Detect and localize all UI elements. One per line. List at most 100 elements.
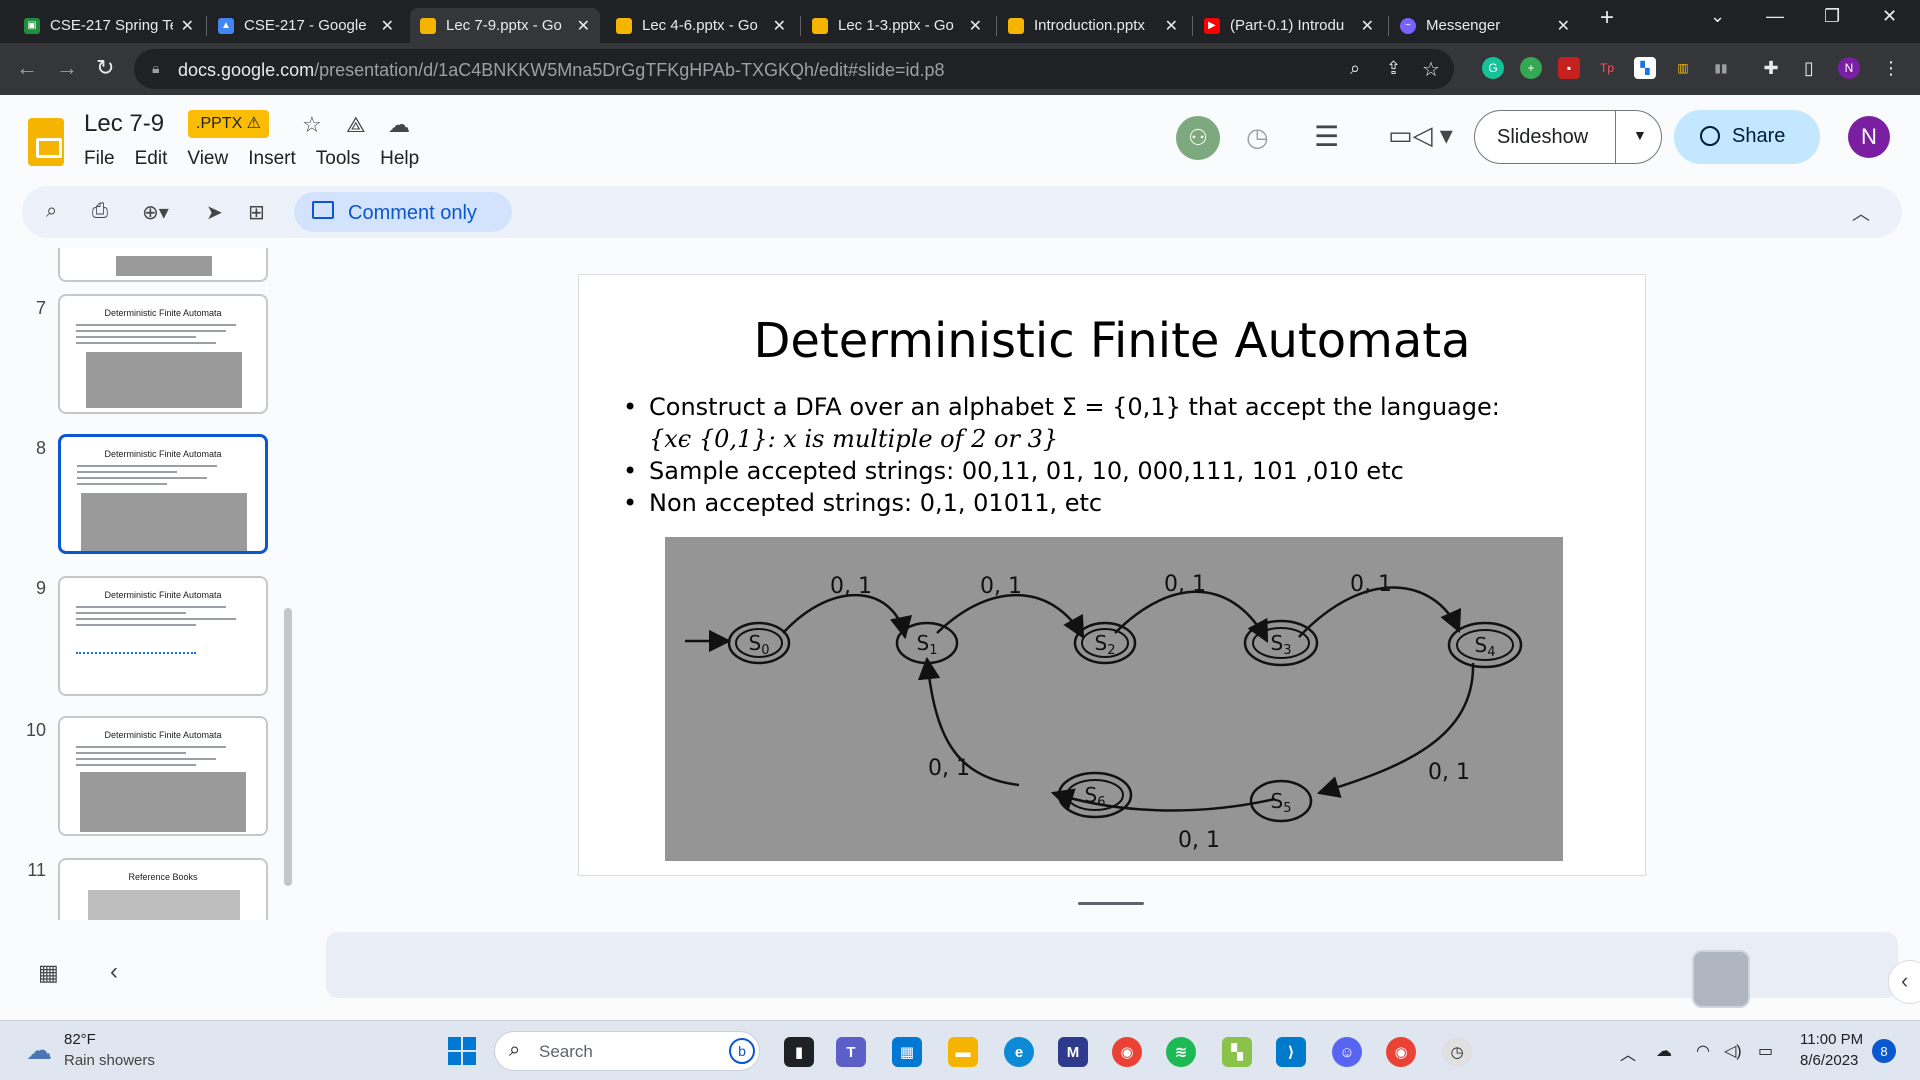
browser-tab[interactable]: Lec 4-6.pptx - Go ✕ [606, 8, 796, 43]
back-icon[interactable]: ← [16, 55, 38, 81]
spotify-icon[interactable]: ≋ [1166, 1037, 1196, 1067]
extension-plus-icon[interactable]: + [1520, 57, 1542, 79]
side-panel-toggle-icon[interactable]: ‹ [1888, 960, 1920, 1004]
close-icon[interactable]: ✕ [773, 16, 786, 36]
browser-tab[interactable]: ▣ CSE-217 Spring Te ✕ [14, 8, 204, 43]
notification-badge[interactable]: 8 [1872, 1039, 1896, 1063]
browser-tab[interactable]: ~ Messenger ✕ [1390, 8, 1580, 43]
restore-button[interactable]: ❐ [1824, 6, 1840, 27]
slide-thumbnail[interactable]: Deterministic Finite Automata [58, 716, 268, 836]
star-icon[interactable]: ☆ [302, 112, 322, 138]
meet-camera-icon[interactable]: ▭◁ ▾ [1388, 120, 1453, 151]
weather-description[interactable]: Rain showers [64, 1052, 155, 1069]
grammarly-extension-icon[interactable]: G [1482, 57, 1504, 79]
anonymous-viewer-avatar[interactable]: ⚇ [1176, 116, 1220, 160]
rain-cloud-icon[interactable]: ☁ [26, 1035, 52, 1066]
forward-icon[interactable]: → [56, 55, 78, 81]
clock-date[interactable]: 8/6/2023 [1800, 1052, 1858, 1069]
close-icon[interactable]: ✕ [577, 16, 590, 36]
slides-logo[interactable] [28, 118, 64, 166]
task-view-icon[interactable]: ▮ [784, 1037, 814, 1067]
add-comment-icon[interactable]: ⊞ [248, 200, 265, 225]
minimize-button[interactable]: — [1766, 6, 1784, 27]
clock-app-icon[interactable]: ◷ [1442, 1037, 1472, 1067]
move-to-drive-icon[interactable]: ⟁ [346, 112, 366, 138]
collapse-filmstrip-icon[interactable]: ‹ [110, 958, 118, 986]
filmstrip-scrollbar[interactable] [284, 608, 292, 886]
battery-icon[interactable]: ▭ [1758, 1041, 1773, 1061]
file-explorer-icon[interactable]: ▬ [948, 1037, 978, 1067]
new-tab-button[interactable]: + [1600, 4, 1614, 32]
browser-tab[interactable]: Introduction.pptx ✕ [998, 8, 1188, 43]
version-history-icon[interactable]: ◷ [1246, 122, 1269, 153]
user-avatar[interactable]: N [1848, 116, 1890, 158]
browser-tab[interactable]: ▶ (Part-0.1) Introdu ✕ [1194, 8, 1384, 43]
close-icon[interactable]: ✕ [969, 16, 982, 36]
menu-tools[interactable]: Tools [316, 148, 360, 170]
extension-bars-icon[interactable]: ▮▮ [1710, 57, 1732, 79]
comment-only-mode-button[interactable]: Comment only [294, 192, 512, 232]
slide-thumbnail-selected[interactable]: Deterministic Finite Automata [58, 434, 268, 554]
address-bar[interactable]: 🔒︎ docs.google.com/presentation/d/1aC4BN… [134, 49, 1454, 89]
slideshow-button[interactable]: Slideshow ▼ [1474, 110, 1662, 164]
browser-tab-active[interactable]: Lec 7-9.pptx - Go ✕ [410, 8, 600, 43]
menu-help[interactable]: Help [380, 148, 419, 170]
weather-temperature[interactable]: 82°F [64, 1031, 96, 1048]
onedrive-icon[interactable]: ☁ [1656, 1041, 1672, 1061]
volume-icon[interactable]: ◁) [1724, 1041, 1742, 1061]
chrome-menu-icon[interactable]: ⋮ [1880, 57, 1902, 79]
tab-search-icon[interactable]: ⌄ [1710, 6, 1725, 27]
select-cursor-icon[interactable]: ➤ [206, 200, 223, 225]
document-title[interactable]: Lec 7-9 [84, 110, 164, 138]
edge-icon[interactable]: e [1004, 1037, 1034, 1067]
clock-time[interactable]: 11:00 PM [1800, 1031, 1863, 1048]
bing-icon[interactable]: b [729, 1038, 755, 1064]
close-icon[interactable]: ✕ [381, 16, 394, 36]
slide-thumbnail[interactable]: Deterministic Finite Automata [58, 576, 268, 696]
tray-overflow-icon[interactable]: ︿ [1620, 1041, 1636, 1065]
pptx-badge[interactable]: .PPTX ⚠ [188, 110, 270, 138]
app-icon[interactable]: ▚ [1222, 1037, 1252, 1067]
slide-canvas[interactable]: Deterministic Finite Automata Construct … [578, 274, 1646, 876]
menu-insert[interactable]: Insert [248, 148, 296, 170]
search-menus-icon[interactable]: ⌕ [46, 200, 57, 223]
close-icon[interactable]: ✕ [1165, 16, 1178, 36]
zoom-icon[interactable]: ⌕ [1350, 58, 1360, 79]
collapse-toolbar-icon[interactable]: ︿ [1852, 200, 1870, 226]
speaker-notes-area[interactable] [326, 932, 1898, 998]
comments-icon[interactable]: ☰ [1314, 120, 1339, 153]
extension-chart-icon[interactable]: ▥ [1672, 57, 1694, 79]
menu-edit[interactable]: Edit [135, 148, 168, 170]
chrome-profile-icon[interactable]: ◉ [1386, 1037, 1416, 1067]
chrome-icon[interactable]: ◉ [1112, 1037, 1142, 1067]
reload-icon[interactable]: ↻ [96, 55, 114, 81]
share-button[interactable]: Share [1674, 110, 1820, 164]
extensions-puzzle-icon[interactable]: ✚ [1760, 57, 1782, 79]
extension-icon[interactable]: ▚ [1634, 57, 1656, 79]
grid-view-icon[interactable]: ▦ [38, 960, 59, 986]
discord-icon[interactable]: ☺ [1332, 1037, 1362, 1067]
extension-tp-icon[interactable]: Tp [1596, 57, 1618, 79]
taskbar-search[interactable]: ⌕ Search b [494, 1031, 760, 1071]
profile-avatar[interactable]: N [1838, 57, 1860, 79]
share-page-icon[interactable]: ⇪ [1386, 58, 1401, 79]
assistant-icon[interactable] [1692, 950, 1750, 1008]
bookmark-star-icon[interactable]: ☆ [1422, 57, 1440, 82]
zoom-icon[interactable]: ⊕▾ [142, 200, 169, 225]
slide-thumbnail[interactable]: Deterministic Finite Automata [58, 294, 268, 414]
notes-resize-handle[interactable] [1078, 902, 1144, 905]
print-icon[interactable]: ⎙ [92, 200, 108, 223]
store-icon[interactable]: ▦ [892, 1037, 922, 1067]
vscode-icon[interactable]: ⟩ [1276, 1037, 1306, 1067]
browser-tab[interactable]: ▲ CSE-217 - Google ✕ [208, 8, 404, 43]
cloud-saved-icon[interactable]: ☁ [388, 112, 410, 138]
slide-thumbnail[interactable] [58, 248, 268, 282]
slideshow-dropdown-icon[interactable]: ▼ [1633, 127, 1647, 143]
close-icon[interactable]: ✕ [181, 16, 194, 36]
close-icon[interactable]: ✕ [1557, 16, 1570, 36]
app-icon[interactable]: M [1058, 1037, 1088, 1067]
teams-icon[interactable]: T [836, 1037, 866, 1067]
side-panel-icon[interactable]: ▯ [1798, 57, 1820, 79]
menu-file[interactable]: File [84, 148, 115, 170]
browser-tab[interactable]: Lec 1-3.pptx - Go ✕ [802, 8, 992, 43]
